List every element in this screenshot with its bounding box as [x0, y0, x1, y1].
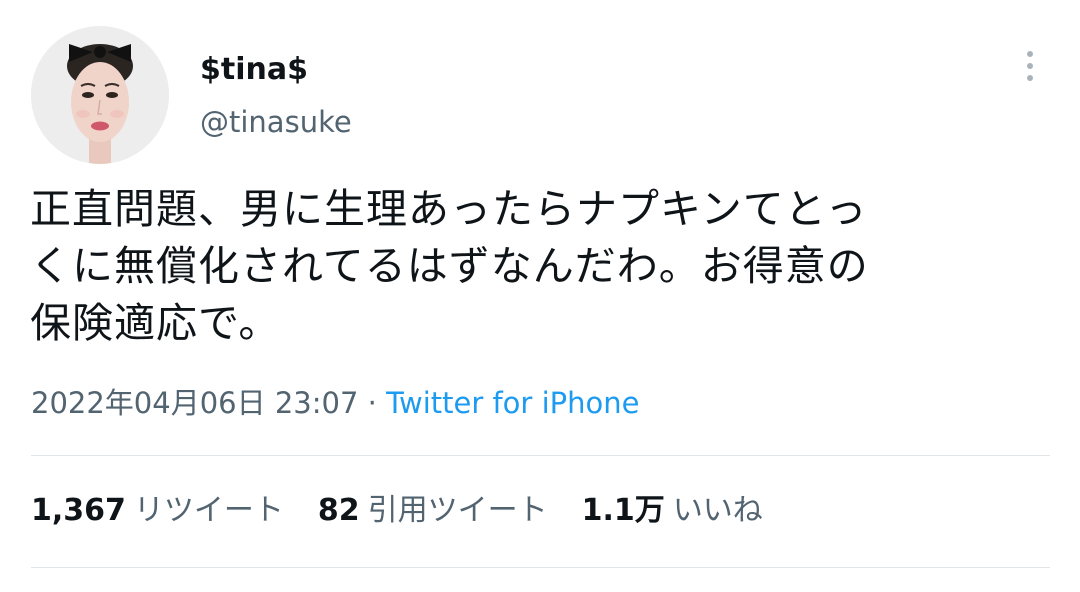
likes-stat[interactable]: 1.1万 いいね: [582, 492, 763, 530]
tweet-stats: 1,367 リツイート 82 引用ツイート 1.1万 いいね: [31, 492, 797, 530]
tweet-text-line: 保険適応で。: [30, 299, 281, 347]
quote-label: 引用ツイート: [367, 493, 548, 528]
user-handle[interactable]: @tinasuke: [200, 104, 352, 140]
more-vertical-icon-dot: [1027, 63, 1033, 69]
tweet-text: 正直問題、男に生理あったらナプキンてとっ くに無償化されてるはずなんだわ。お得意…: [30, 181, 1040, 352]
retweet-count: 1,367: [31, 493, 126, 528]
more-vertical-icon: [1027, 51, 1033, 57]
tweet-text-line: 正直問題、男に生理あったらナプキンてとっ: [30, 185, 868, 233]
divider: [31, 455, 1050, 456]
quote-tweets-stat[interactable]: 82 引用ツイート: [318, 492, 548, 530]
quote-count: 82: [317, 493, 360, 528]
more-options-button[interactable]: [1010, 44, 1050, 88]
tweet-source-link[interactable]: Twitter for iPhone: [386, 386, 639, 420]
like-label: いいね: [672, 493, 763, 528]
meta-separator: ·: [358, 386, 387, 420]
retweet-label: リツイート: [133, 493, 284, 528]
like-count: 1.1万: [581, 493, 665, 528]
retweets-stat[interactable]: 1,367 リツイート: [31, 492, 284, 530]
divider: [31, 567, 1050, 568]
profile-photo-icon: [31, 26, 169, 164]
tweet-text-line: くに無償化されてるはずなんだわ。お得意の: [30, 242, 869, 290]
display-name[interactable]: $tina$: [200, 52, 308, 88]
more-vertical-icon-dot: [1027, 75, 1033, 81]
avatar[interactable]: [31, 26, 169, 164]
tweet-timestamp[interactable]: 2022年04月06日 23:07: [31, 386, 358, 420]
tweet-meta: 2022年04月06日 23:07 · Twitter for iPhone: [31, 384, 639, 422]
